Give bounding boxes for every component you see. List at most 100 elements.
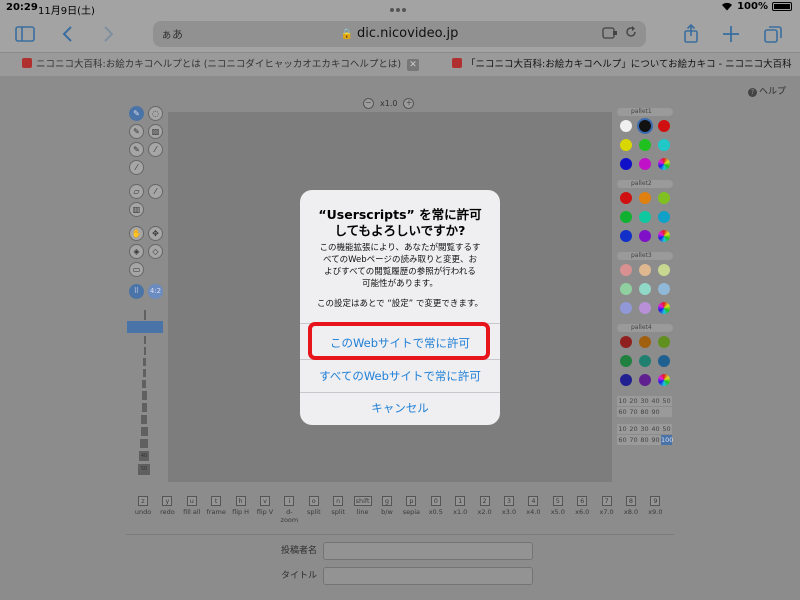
eyedropper-tool-icon[interactable]: ⁄ [148,184,163,199]
color-swatch[interactable] [658,355,670,367]
color-swatch[interactable] [620,211,632,223]
shortcut-key[interactable]: o split [303,496,325,516]
opacity-option[interactable]: 90 [650,435,661,445]
color-swatch[interactable] [620,139,632,151]
opacity-option[interactable] [661,407,672,417]
color-swatch[interactable] [639,374,651,386]
shortcut-key[interactable]: 0 x0.5 [425,496,447,516]
opacity-option[interactable]: 90 [650,407,661,417]
marker-tool-icon[interactable]: ✎ [129,142,144,157]
move-tool-icon[interactable]: ✥ [148,226,163,241]
color-swatch[interactable] [620,192,632,204]
always-allow-all-sites-button[interactable]: すべてのWebサイトで常に許可 [300,359,500,393]
color-swatch[interactable] [639,120,651,132]
color-swatch[interactable] [658,192,670,204]
pen-tool-icon[interactable]: ✎ [129,106,144,121]
trash-icon[interactable]: ▥ [129,202,144,217]
share-icon[interactable] [680,23,702,45]
shortcut-key[interactable]: y redo [156,496,178,516]
color-swatch[interactable] [658,158,670,170]
size-5[interactable] [143,358,146,366]
shortcut-key[interactable]: h flip H [230,496,252,516]
opacity-option[interactable]: 80 [639,407,650,417]
opacity-option[interactable]: 50 [661,424,672,434]
color-swatch[interactable] [639,230,651,242]
opacity-option[interactable]: 70 [628,435,639,445]
opacity-option[interactable]: 20 [628,424,639,434]
hand-tool-icon[interactable]: ✋ [129,226,144,241]
shortcut-key[interactable]: 2 x2.0 [474,496,496,516]
opacity-option[interactable]: 70 [628,407,639,417]
color-swatch[interactable] [658,336,670,348]
reload-icon[interactable] [624,25,638,39]
shortcut-key[interactable]: i d-zoom [278,496,300,524]
size-4[interactable] [144,347,146,355]
color-swatch[interactable] [620,120,632,132]
size-2-selected[interactable] [127,321,163,333]
ratio-toggle-button[interactable]: 4:2 [148,284,163,299]
multitasking-dots-icon[interactable] [389,4,411,12]
tab-overview-icon[interactable] [762,23,784,45]
sidebar-icon[interactable] [14,23,36,45]
color-swatch[interactable] [620,374,632,386]
tab-encyclopedia-help[interactable]: ニコニコ大百科:お絵カキコヘルプとは (ニコニコダイヒャッカオエカキコヘルプとは… [22,53,402,77]
shortcut-key[interactable]: 7 x7.0 [596,496,618,516]
size-3[interactable] [144,336,146,344]
zoom-out-icon[interactable]: － [363,98,374,109]
opacity-option[interactable]: 60 [617,407,628,417]
opacity-option[interactable]: 30 [639,424,650,434]
opacity-option[interactable]: 30 [639,396,650,406]
size-11[interactable] [141,427,148,436]
brush-tool-icon[interactable]: ⁄ [148,142,163,157]
tab-oekakiko-help[interactable]: 「ニコニコ大百科:お絵カキコヘルプ」についてお絵カキコ - ニコニコ大百科 [452,53,792,77]
new-tab-icon[interactable] [720,23,742,45]
shortcut-key[interactable]: p sepia [400,496,422,516]
color-swatch[interactable] [658,139,670,151]
color-swatch[interactable] [639,302,651,314]
extension-icon[interactable] [602,26,618,40]
texture-tool-icon[interactable]: ▨ [148,124,163,139]
color-swatch[interactable] [639,139,651,151]
zoom-in-icon[interactable]: ＋ [403,98,415,109]
color-swatch[interactable] [658,374,670,386]
opacity-option[interactable]: 50 [661,396,672,406]
shortcut-key[interactable]: 6 x6.0 [571,496,593,516]
grid-toggle-icon[interactable]: ⠿ [129,284,144,299]
airbrush-tool-icon[interactable]: ◌ [148,106,163,121]
shortcut-key[interactable]: u fill all [181,496,203,516]
shortcut-key[interactable]: 1 x1.0 [449,496,471,516]
size-10[interactable] [141,415,147,424]
shortcut-key[interactable]: 5 x5.0 [547,496,569,516]
color-swatch[interactable] [639,192,651,204]
shortcut-key[interactable]: shift line [352,496,374,516]
opacity-option[interactable]: 20 [628,396,639,406]
size-6[interactable] [143,369,146,377]
address-bar[interactable]: ぁあ 🔒 dic.nicovideo.jp [153,21,646,47]
back-icon[interactable] [58,23,80,45]
color-swatch[interactable] [639,355,651,367]
fill-tool-icon[interactable]: ◈ [129,244,144,259]
color-swatch[interactable] [620,264,632,276]
color-swatch[interactable] [620,302,632,314]
shortcut-key[interactable]: n split [327,496,349,516]
paint-brush-icon[interactable]: ⁄ [129,160,144,175]
color-swatch[interactable] [658,230,670,242]
opacity-option[interactable]: 60 [617,435,628,445]
size-8[interactable] [142,391,147,400]
color-swatch[interactable] [639,283,651,295]
opacity-option[interactable]: 10 [617,424,628,434]
size-7[interactable] [142,380,146,388]
eraser-tool-icon[interactable]: ▱ [129,184,144,199]
stamp-tool-icon[interactable]: ◇ [148,244,163,259]
shortcut-key[interactable]: 4 x4.0 [522,496,544,516]
shortcut-key[interactable]: g b/w [376,496,398,516]
color-swatch[interactable] [620,283,632,295]
color-swatch[interactable] [620,336,632,348]
poster-name-input[interactable] [323,542,533,560]
cancel-button[interactable]: キャンセル [300,391,500,425]
shortcut-key[interactable]: t frame [205,496,227,516]
color-swatch[interactable] [658,264,670,276]
color-swatch[interactable] [620,230,632,242]
color-swatch[interactable] [658,283,670,295]
size-9[interactable] [142,403,147,412]
